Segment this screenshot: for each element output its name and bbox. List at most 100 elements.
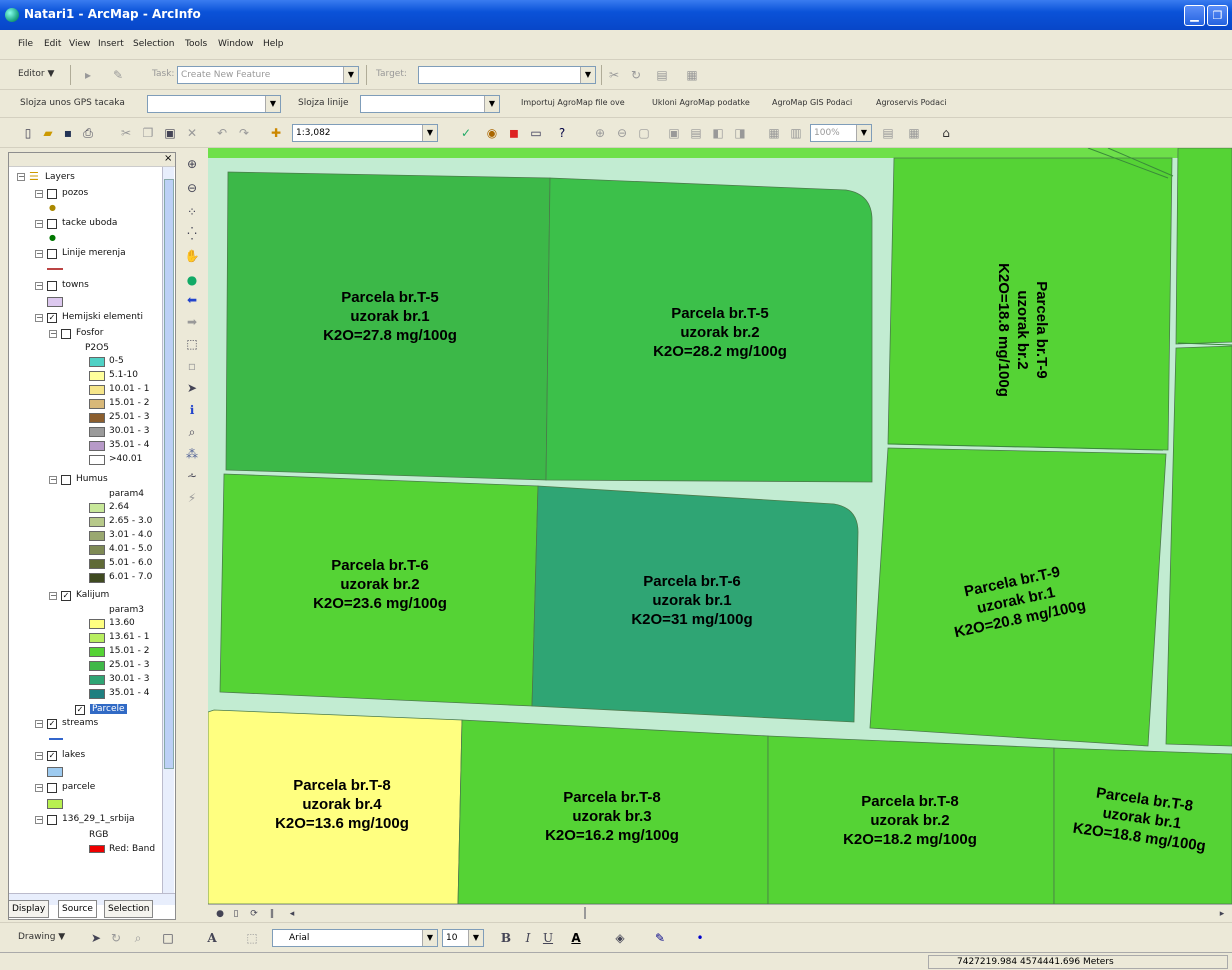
scroll-thumb[interactable]	[584, 907, 586, 919]
expand-toggle[interactable]: −	[35, 816, 43, 824]
scroll-right-icon[interactable]: ▸	[1214, 906, 1230, 922]
zoom-in-fixed-icon[interactable]: ⊕	[592, 125, 608, 141]
layer-checkbox[interactable]: ✓	[47, 719, 57, 729]
scroll-thumb[interactable]	[164, 179, 174, 769]
tab-source[interactable]: Source	[58, 900, 97, 918]
menu-file[interactable]: File	[18, 39, 33, 49]
fixed-zoom-in-icon[interactable]: ⁘	[184, 204, 200, 220]
layer-checkbox[interactable]: ✓	[47, 313, 57, 323]
split-icon[interactable]: ✂	[606, 67, 622, 83]
layer-checkbox[interactable]	[47, 281, 57, 291]
full-extent-icon[interactable]: ●	[184, 272, 200, 288]
layer-checkbox[interactable]	[61, 475, 71, 485]
layout-view-icon[interactable]: ▯	[228, 906, 244, 922]
previous-extent-layout-icon[interactable]: ◧	[710, 125, 726, 141]
layer-checkbox[interactable]	[47, 783, 57, 793]
command-line-icon[interactable]: ▭	[528, 125, 544, 141]
measure-icon[interactable]: ⩪	[184, 468, 200, 484]
layer-name[interactable]: Humus	[76, 474, 108, 484]
font-dropdown[interactable]: Arial ▼	[272, 929, 438, 947]
new-document-icon[interactable]: ▯	[20, 125, 36, 141]
data-view-icon[interactable]: ●	[212, 906, 228, 922]
arccatalog-icon[interactable]: ◼	[506, 125, 522, 141]
fixed-zoom-out-icon[interactable]: ⁛	[184, 226, 200, 242]
pencil-icon[interactable]: ✎	[110, 67, 126, 83]
select-elements-icon[interactable]: ➤	[184, 380, 200, 396]
forward-extent-icon[interactable]: ➡	[184, 314, 200, 330]
expand-toggle[interactable]: −	[35, 250, 43, 258]
rotate-icon[interactable]: ↻	[628, 67, 644, 83]
sketch-properties-icon[interactable]: ▦	[684, 67, 700, 83]
toc-vertical-scrollbar[interactable]	[162, 167, 174, 893]
rotate-icon[interactable]: ↻	[108, 930, 124, 946]
editor-menu[interactable]: Editor ▼	[18, 69, 54, 79]
layer-checkbox[interactable]	[61, 329, 71, 339]
menu-selection[interactable]: Selection	[133, 39, 174, 49]
new-text-icon[interactable]: A	[204, 930, 220, 946]
target-dropdown[interactable]: ▼	[418, 66, 596, 84]
tab-selection[interactable]: Selection	[104, 900, 154, 918]
expand-toggle[interactable]: −	[35, 720, 43, 728]
layer-name[interactable]: parcele	[62, 782, 95, 792]
delete-icon[interactable]: ✕	[184, 125, 200, 141]
sketch-tool-icon[interactable]: ▸	[80, 67, 96, 83]
gps-layer-dropdown[interactable]: ▼	[147, 95, 281, 113]
next-extent-layout-icon[interactable]: ◨	[732, 125, 748, 141]
expand-toggle[interactable]: −	[49, 330, 57, 338]
zoom-out-fixed-icon[interactable]: ⊖	[614, 125, 630, 141]
menu-edit[interactable]: Edit	[44, 39, 61, 49]
layer-name[interactable]: streams	[62, 718, 98, 728]
zoom-in-icon[interactable]: ⊕	[184, 156, 200, 172]
agroservis-link[interactable]: Agroservis Podaci	[876, 98, 947, 107]
add-data-icon[interactable]: ✚	[268, 125, 284, 141]
layer-name[interactable]: Kalijum	[76, 590, 109, 600]
expand-toggle[interactable]: −	[35, 190, 43, 198]
expand-toggle[interactable]: −	[17, 173, 25, 181]
maximize-button[interactable]: ❐	[1207, 5, 1228, 26]
parcel-unlabeled[interactable]	[1165, 345, 1232, 747]
layer-checkbox[interactable]	[47, 219, 57, 229]
layer-checkbox[interactable]: ✓	[47, 751, 57, 761]
options-icon[interactable]: ⌂	[938, 125, 954, 141]
expand-toggle[interactable]: −	[49, 592, 57, 600]
layer-name[interactable]: 136_29_1_srbija	[62, 814, 134, 824]
back-extent-icon[interactable]: ⬅	[184, 292, 200, 308]
layer-name[interactable]: towns	[62, 280, 89, 290]
pause-drawing-icon[interactable]: ‖	[264, 906, 280, 922]
menu-window[interactable]: Window	[218, 39, 254, 49]
refresh-view-icon[interactable]: ⟳	[246, 906, 262, 922]
identify-icon[interactable]: ℹ	[184, 402, 200, 418]
task-dropdown[interactable]: Create New Feature ▼	[177, 66, 359, 84]
close-icon[interactable]: ×	[164, 153, 172, 164]
layer-checkbox[interactable]	[47, 189, 57, 199]
layer-checkbox[interactable]	[47, 249, 57, 259]
focus-data-frame-icon[interactable]: ▥	[788, 125, 804, 141]
agromap-gis-link[interactable]: AgroMap GIS Podaci	[772, 98, 852, 107]
zoom-to-elements-icon[interactable]: ⌕	[130, 930, 146, 946]
select-features-icon[interactable]: ⬚	[184, 336, 200, 352]
toggle-draft-icon[interactable]: ▦	[766, 125, 782, 141]
line-layer-dropdown[interactable]: ▼	[360, 95, 500, 113]
menu-view[interactable]: View	[69, 39, 90, 49]
layout-zoom-dropdown[interactable]: 100% ▼	[810, 124, 872, 142]
paste-icon[interactable]: ▣	[162, 125, 178, 141]
tab-display[interactable]: Display	[8, 900, 50, 918]
menu-tools[interactable]: Tools	[185, 39, 207, 49]
line-color-icon[interactable]: ✎	[652, 930, 668, 946]
attributes-icon[interactable]: ▤	[654, 67, 670, 83]
arctoolbox-icon[interactable]: ◉	[484, 125, 500, 141]
undo-icon[interactable]: ↶	[214, 125, 230, 141]
layer-checkbox[interactable]: ✓	[61, 591, 71, 601]
bold-icon[interactable]: B	[498, 930, 514, 946]
layer-name[interactable]: Fosfor	[76, 328, 103, 338]
expand-toggle[interactable]: −	[35, 314, 43, 322]
font-size-dropdown[interactable]: 10 ▼	[442, 929, 484, 947]
font-color-icon[interactable]: A	[568, 930, 584, 946]
underline-icon[interactable]: U	[540, 930, 556, 946]
zoom-whole-page-icon[interactable]: ▢	[636, 125, 652, 141]
data-driven-pages-icon[interactable]: ▦	[906, 125, 922, 141]
save-icon[interactable]: ▪	[60, 125, 76, 141]
parcel-unlabeled[interactable]	[1175, 148, 1232, 345]
layer-checkbox[interactable]: ✓	[75, 705, 85, 715]
expand-toggle[interactable]: −	[35, 752, 43, 760]
